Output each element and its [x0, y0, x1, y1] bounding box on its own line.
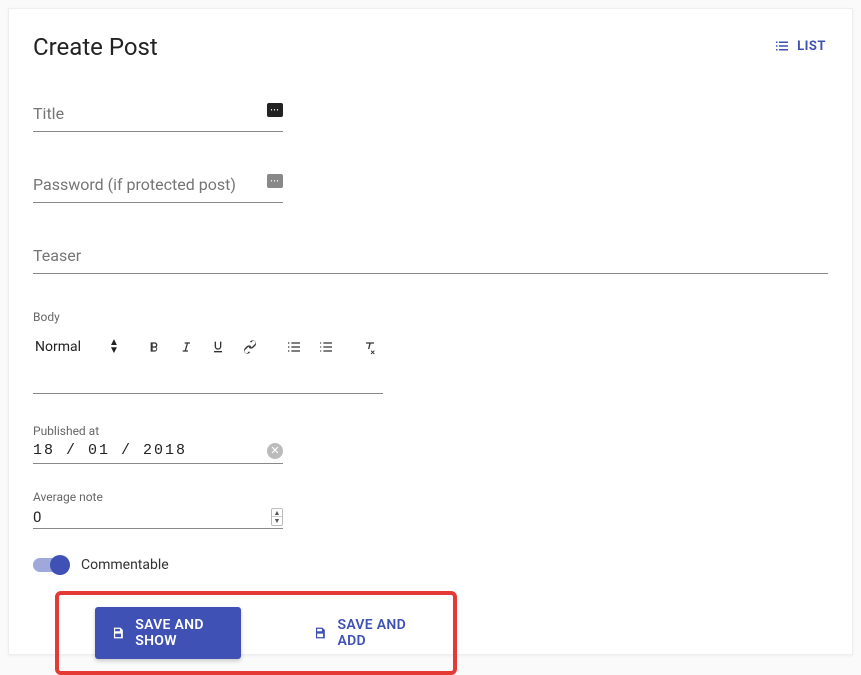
average-field[interactable]: 0 ▲ ▼	[33, 508, 283, 529]
format-select-value: Normal	[35, 339, 81, 355]
teaser-field[interactable]: Teaser	[33, 249, 828, 274]
list-button[interactable]: LIST	[771, 33, 828, 59]
lastpass-icon[interactable]: •••	[267, 174, 283, 188]
bold-button[interactable]	[145, 338, 163, 356]
page-title: Create Post	[33, 33, 158, 61]
step-up-icon[interactable]: ▲	[272, 509, 282, 517]
commentable-label: Commentable	[81, 557, 169, 573]
unordered-list-button[interactable]	[317, 338, 335, 356]
title-field[interactable]: Title •••	[33, 107, 283, 132]
select-caret-icon: ▲▼	[109, 339, 119, 355]
teaser-input[interactable]	[33, 249, 828, 273]
average-section: Average note 0 ▲ ▼	[33, 490, 283, 529]
clear-format-button[interactable]	[361, 338, 379, 356]
header-row: Create Post LIST	[33, 33, 828, 61]
body-editor[interactable]	[33, 372, 383, 394]
ordered-list-button[interactable]	[285, 338, 303, 356]
list-icon	[773, 37, 791, 55]
save-and-add-label: SAVE AND ADD	[337, 617, 417, 649]
step-down-icon[interactable]: ▼	[272, 517, 282, 525]
average-label: Average note	[33, 490, 283, 504]
commentable-row: Commentable	[33, 557, 828, 573]
published-label: Published at	[33, 424, 283, 438]
number-stepper[interactable]: ▲ ▼	[271, 508, 283, 526]
create-post-card: Create Post LIST Title ••• Password (if …	[8, 8, 853, 655]
action-button-row: SAVE AND SHOW SAVE AND ADD	[55, 591, 457, 675]
body-label: Body	[33, 310, 828, 324]
link-button[interactable]	[241, 338, 259, 356]
clear-date-icon[interactable]: ✕	[267, 443, 283, 459]
password-input[interactable]	[33, 178, 283, 202]
italic-button[interactable]	[177, 338, 195, 356]
password-field[interactable]: Password (if protected post) •••	[33, 178, 283, 203]
save-icon	[313, 624, 327, 642]
published-date-field[interactable]: 18 / 01 / 2018 ✕	[33, 442, 283, 464]
list-button-label: LIST	[797, 39, 826, 54]
published-date-value: 18 / 01 / 2018	[33, 442, 187, 459]
save-icon	[111, 624, 125, 642]
lastpass-icon[interactable]: •••	[267, 103, 283, 117]
toggle-thumb	[50, 555, 70, 575]
published-section: Published at 18 / 01 / 2018 ✕	[33, 424, 283, 464]
underline-button[interactable]	[209, 338, 227, 356]
title-input[interactable]	[33, 107, 283, 131]
save-and-add-button[interactable]: SAVE AND ADD	[297, 607, 433, 659]
save-and-show-button[interactable]: SAVE AND SHOW	[95, 607, 241, 659]
save-and-show-label: SAVE AND SHOW	[135, 617, 225, 649]
body-section: Body Normal ▲▼	[33, 310, 828, 394]
commentable-toggle[interactable]	[33, 558, 67, 572]
format-select[interactable]: Normal ▲▼	[35, 339, 119, 355]
average-value: 0	[33, 508, 41, 526]
rich-text-toolbar: Normal ▲▼	[33, 334, 828, 364]
